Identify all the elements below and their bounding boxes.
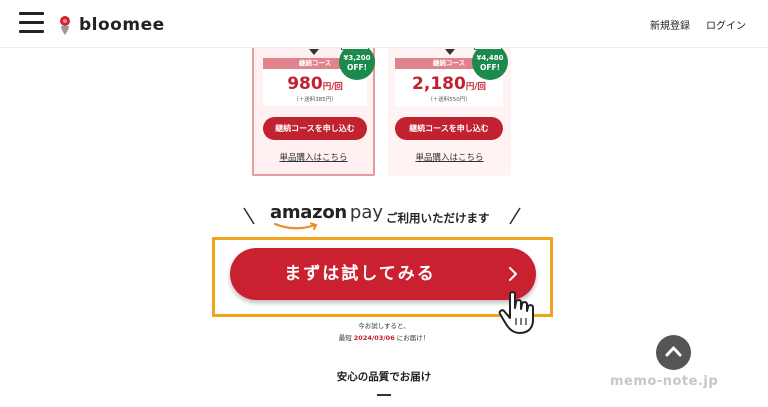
plan-card-2: 継続コース 2,180円/回 （＋送料550円） 1ヶ月で ¥4,480 OFF… xyxy=(388,30,511,176)
price-unit: 円/回 xyxy=(322,82,343,92)
discount-word: OFF! xyxy=(479,63,501,72)
logo-text: bloomee xyxy=(79,15,165,35)
login-link[interactable]: ログイン xyxy=(706,17,746,32)
down-arrow-icon xyxy=(308,49,319,55)
delivery-line-2: 最短 2024/03/06 にお届け！ xyxy=(0,332,768,344)
discount-word: OFF! xyxy=(346,63,368,72)
site-logo[interactable]: bloomee xyxy=(58,12,165,38)
amazon-wordmark: amazon xyxy=(270,202,347,223)
slash-right-icon xyxy=(509,207,521,225)
subscribe-button[interactable]: 継続コースを申し込む xyxy=(395,117,503,140)
price-unit: 円/回 xyxy=(465,82,486,92)
watermark: memo-note.jp xyxy=(610,374,719,389)
flower-logo-icon xyxy=(60,16,70,35)
amazon-pay-notice: amazon pay ご利用いただけます xyxy=(243,202,525,232)
discount-amount: ¥3,200 xyxy=(343,54,371,62)
shipping-fee: （＋送料550円） xyxy=(427,97,471,103)
price-number: 980 xyxy=(287,74,323,94)
amazon-pay-caption: ご利用いただけます xyxy=(386,211,490,225)
discount-badge: 1ヶ月で ¥4,480 OFF! xyxy=(472,41,508,80)
delivery-note: 今お試しすると、 最短 2024/03/06 にお届け！ xyxy=(0,320,768,344)
menu-line xyxy=(19,21,44,24)
single-purchase-link[interactable]: 単品購入はこちら xyxy=(388,151,511,163)
slash-left-icon xyxy=(243,207,255,225)
pay-wordmark: pay xyxy=(349,202,384,223)
shipping-fee: （＋送料385円） xyxy=(293,97,337,103)
discount-badge: 1ヶ月で ¥3,200 OFF! xyxy=(339,41,375,80)
menu-line xyxy=(19,30,44,33)
delivery-prefix: 最短 xyxy=(338,334,352,342)
heading-divider xyxy=(377,394,391,396)
delivery-suffix: にお届け！ xyxy=(396,334,430,342)
scroll-to-top-button[interactable] xyxy=(656,335,691,370)
site-header: bloomee 新規登録 ログイン xyxy=(0,0,768,48)
price-number: 2,180 xyxy=(412,74,466,94)
discount-amount: ¥4,480 xyxy=(476,54,504,62)
single-purchase-link[interactable]: 単品購入はこちら xyxy=(254,151,373,163)
subscribe-button[interactable]: 継続コースを申し込む xyxy=(263,117,367,140)
amazon-smile-icon xyxy=(273,222,318,230)
plan-card-1: 継続コース 980円/回 （＋送料385円） 1ヶ月で ¥3,200 OFF! … xyxy=(252,30,375,176)
chevron-right-icon xyxy=(509,267,517,281)
delivery-line-1: 今お試しすると、 xyxy=(358,322,410,330)
page: 継続コース 980円/回 （＋送料385円） 1ヶ月で ¥3,200 OFF! … xyxy=(0,0,768,407)
try-it-label: まずは試してみる xyxy=(284,264,436,284)
down-arrow-icon xyxy=(444,49,455,55)
delivery-date: 2024/03/06 xyxy=(353,334,395,342)
register-link[interactable]: 新規登録 xyxy=(650,17,690,32)
menu-line xyxy=(19,12,44,15)
chevron-up-icon xyxy=(665,346,682,357)
try-it-button[interactable]: まずは試してみる xyxy=(230,248,536,300)
hamburger-menu-icon[interactable] xyxy=(19,12,44,34)
amazon-pay-logo: amazon pay xyxy=(270,202,383,232)
